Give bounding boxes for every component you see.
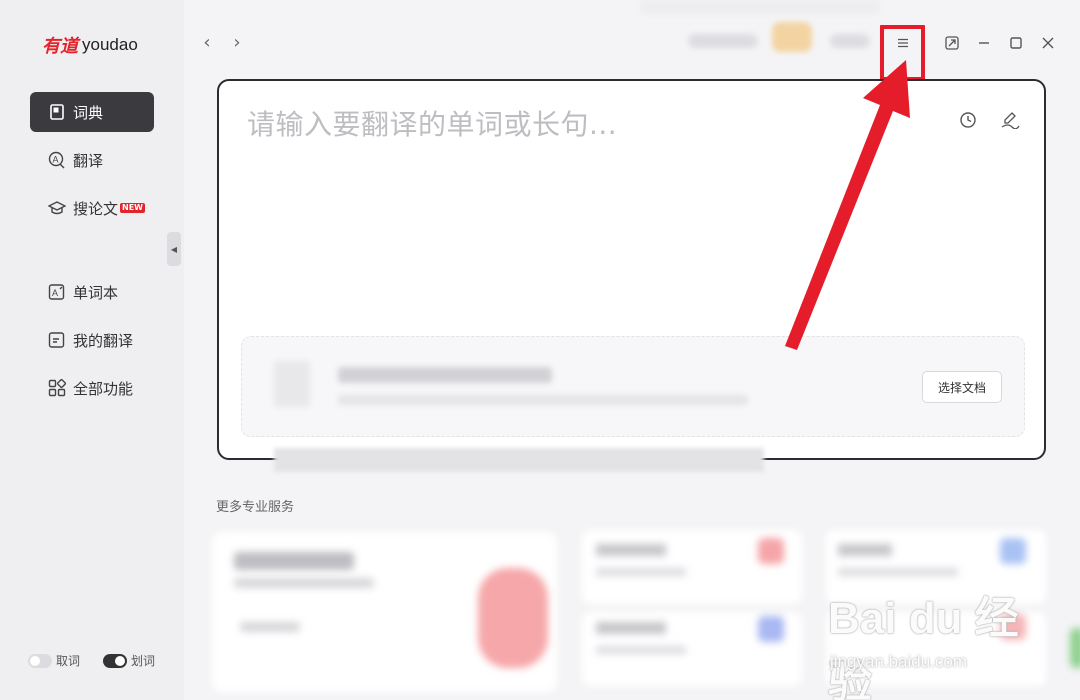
translate-icon: A bbox=[48, 151, 66, 169]
blurred-text bbox=[240, 622, 300, 632]
forward-button[interactable]: › bbox=[227, 31, 247, 53]
svg-text:A: A bbox=[52, 288, 58, 298]
collapse-sidebar-button[interactable]: ◀ bbox=[167, 232, 181, 266]
minimize-button[interactable] bbox=[973, 32, 995, 54]
sidebar-item-label: 单词本 bbox=[73, 283, 119, 302]
blurred-text bbox=[234, 578, 374, 588]
sidebar-item-label: 全部功能 bbox=[73, 379, 134, 398]
book-icon bbox=[48, 103, 66, 121]
maximize-button[interactable] bbox=[1005, 32, 1027, 54]
pen-icon bbox=[1001, 112, 1020, 129]
history-button[interactable] bbox=[957, 109, 979, 131]
sidebar-item-label: 搜论文 bbox=[73, 199, 119, 218]
blurred-text bbox=[338, 395, 748, 405]
toggle-label: 取词 bbox=[56, 654, 81, 668]
blurred-text bbox=[838, 544, 892, 556]
app-logo: 有道 youdao bbox=[42, 32, 138, 58]
sidebar-item-my-translations[interactable]: 我的翻译 bbox=[30, 320, 154, 360]
blurred-text bbox=[338, 367, 552, 383]
close-button[interactable] bbox=[1037, 32, 1059, 54]
more-services-title: 更多专业服务 bbox=[216, 500, 295, 515]
selection-translate-toggle[interactable]: 划词 bbox=[103, 652, 155, 669]
blurred-text bbox=[596, 622, 666, 634]
toggle-switch[interactable] bbox=[103, 653, 127, 668]
sidebar-item-all-features[interactable]: 全部功能 bbox=[30, 368, 154, 408]
sidebar-item-label: 我的翻译 bbox=[73, 331, 134, 350]
mini-mode-button[interactable] bbox=[941, 32, 963, 54]
logo-en: youdao bbox=[82, 35, 138, 54]
sidebar-item-search-papers[interactable]: 搜论文 NEW bbox=[30, 188, 154, 228]
translation-input-card[interactable]: 请输入要翻译的单词或长句... 选择文档 bbox=[217, 79, 1046, 460]
baidu-jingyan-watermark: Bai du 经验 jingyan.baidu.com bbox=[824, 582, 1024, 700]
back-button[interactable]: ‹ bbox=[197, 31, 217, 53]
watermark-main: Bai du 经验 bbox=[828, 594, 1019, 700]
blurred-icon bbox=[1000, 538, 1026, 564]
watermark-url: jingyan.baidu.com bbox=[830, 652, 968, 671]
logo-cn: 有道 bbox=[42, 36, 78, 57]
chevron-right-icon: › bbox=[233, 31, 241, 53]
input-placeholder[interactable]: 请输入要翻译的单词或长句... bbox=[247, 103, 617, 143]
grid-icon bbox=[48, 379, 66, 397]
blurred-side-widget bbox=[1070, 628, 1080, 668]
close-icon bbox=[1042, 37, 1054, 49]
blurred-text bbox=[234, 552, 354, 570]
blurred-text bbox=[596, 646, 686, 654]
caret-left-icon: ◀ bbox=[170, 244, 178, 254]
blurred-text bbox=[838, 568, 958, 576]
annotation-highlight-box bbox=[880, 25, 925, 81]
toggle-label: 划词 bbox=[131, 654, 156, 668]
word-pick-toggle[interactable]: 取词 bbox=[28, 652, 80, 669]
resize-icon bbox=[945, 36, 959, 50]
minimize-icon bbox=[979, 42, 989, 44]
document-icon bbox=[274, 361, 310, 407]
select-document-button[interactable]: 选择文档 bbox=[922, 371, 1002, 403]
sidebar-item-label: 词典 bbox=[73, 103, 104, 122]
handwriting-button[interactable] bbox=[999, 109, 1021, 131]
sidebar-item-wordbook[interactable]: A 单词本 bbox=[30, 272, 154, 312]
blurred-toolbar bbox=[640, 0, 880, 56]
my-translation-icon bbox=[48, 331, 66, 349]
blurred-icon bbox=[758, 538, 784, 564]
graduation-cap-icon bbox=[48, 199, 66, 217]
blurred-icon bbox=[758, 616, 784, 642]
blurred-text bbox=[596, 544, 666, 556]
blurred-bar bbox=[274, 448, 764, 472]
blurred-illustration bbox=[478, 568, 548, 668]
clock-icon bbox=[960, 112, 976, 128]
new-badge: NEW bbox=[120, 203, 145, 213]
document-upload-zone[interactable]: 选择文档 bbox=[241, 336, 1025, 437]
toggle-switch[interactable] bbox=[28, 653, 52, 668]
sidebar-item-translate[interactable]: A 翻译 bbox=[30, 140, 154, 180]
chevron-left-icon: ‹ bbox=[203, 31, 211, 53]
sidebar: 有道 youdao 词典 A 翻译 搜论文 NEW ◀ A 单词本 我的翻译 全… bbox=[0, 0, 184, 700]
maximize-icon bbox=[1010, 37, 1022, 49]
sidebar-item-dictionary[interactable]: 词典 bbox=[30, 92, 154, 132]
svg-text:A: A bbox=[53, 155, 59, 165]
sidebar-item-label: 翻译 bbox=[73, 151, 104, 170]
blurred-text bbox=[596, 568, 686, 576]
wordbook-icon: A bbox=[48, 283, 66, 301]
